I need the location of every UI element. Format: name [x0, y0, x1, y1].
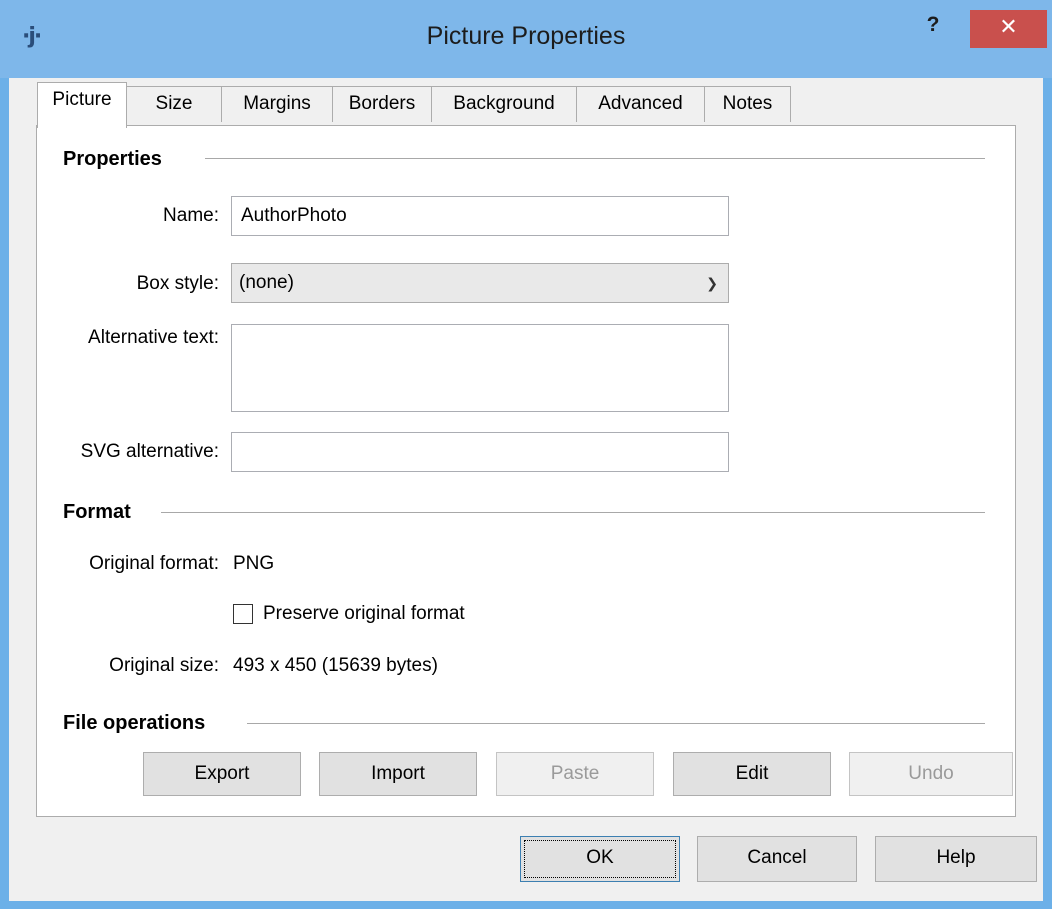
svg-alt-label: SVG alternative:: [80, 441, 219, 462]
tab-notes[interactable]: Notes: [704, 86, 791, 122]
alt-text-field[interactable]: [231, 324, 729, 412]
file-operations-divider: [247, 723, 985, 724]
box-style-select[interactable]: (none) ❯: [231, 263, 729, 303]
close-button[interactable]: ✕: [970, 10, 1047, 48]
import-button[interactable]: Import: [319, 752, 477, 796]
edit-button[interactable]: Edit: [673, 752, 831, 796]
name-field[interactable]: AuthorPhoto: [231, 196, 729, 236]
preserve-format-checkbox[interactable]: [233, 604, 253, 624]
title-bar[interactable]: ·j· Picture Properties ? ✕: [0, 0, 1052, 78]
dialog-title: Picture Properties: [426, 22, 626, 50]
original-format-label: Original format:: [89, 553, 219, 574]
tab-picture[interactable]: Picture: [37, 82, 127, 128]
picture-properties-dialog: ·j· Picture Properties ? ✕ Picture Size …: [0, 0, 1052, 909]
tab-advanced[interactable]: Advanced: [576, 86, 705, 122]
name-label: Name:: [163, 205, 219, 226]
paste-button[interactable]: Paste: [496, 752, 654, 796]
properties-divider: [205, 158, 985, 159]
svg-alt-field[interactable]: [231, 432, 729, 472]
file-operations-heading: File operations: [63, 712, 206, 734]
tab-margins[interactable]: Margins: [221, 86, 333, 122]
preserve-format-label[interactable]: Preserve original format: [263, 603, 465, 625]
ok-button[interactable]: OK: [520, 836, 680, 882]
undo-button[interactable]: Undo: [849, 752, 1013, 796]
format-divider: [161, 512, 985, 513]
tab-borders[interactable]: Borders: [332, 86, 432, 122]
original-size-value: 493 x 450 (15639 bytes): [233, 655, 438, 676]
box-style-value: (none): [239, 272, 294, 293]
tab-panel-picture: Properties Name: AuthorPhoto Box style: …: [36, 125, 1016, 817]
focus-rectangle: [524, 840, 676, 878]
title-help-button[interactable]: ?: [908, 10, 958, 50]
export-button[interactable]: Export: [143, 752, 301, 796]
original-size-label: Original size:: [109, 655, 219, 676]
format-heading: Format: [63, 501, 131, 523]
box-style-label: Box style:: [136, 273, 219, 294]
chevron-down-icon: ❯: [706, 275, 718, 291]
properties-heading: Properties: [63, 148, 162, 170]
tab-background[interactable]: Background: [431, 86, 577, 122]
dialog-client-area: Picture Size Margins Borders Background …: [9, 78, 1043, 901]
cancel-button[interactable]: Cancel: [697, 836, 857, 882]
original-format-value: PNG: [233, 553, 275, 574]
close-icon: ✕: [999, 14, 1018, 39]
alt-text-label: Alternative text:: [88, 327, 219, 348]
help-button[interactable]: Help: [875, 836, 1037, 882]
tab-size[interactable]: Size: [126, 86, 222, 122]
